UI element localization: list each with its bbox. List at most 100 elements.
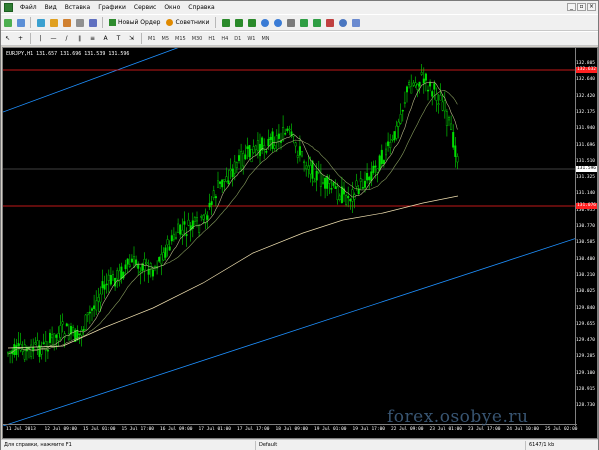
timeframe-h1[interactable]: H1	[205, 36, 218, 42]
time-tick: 23 Jul 01:00	[429, 427, 463, 432]
candle-body	[406, 86, 409, 93]
upper-level-price-tag: 132.632	[576, 67, 597, 73]
vertical-line-tool[interactable]: |	[35, 33, 46, 45]
indicators-button[interactable]	[324, 17, 335, 29]
channel-tool[interactable]: ∥	[74, 33, 85, 45]
menu-help[interactable]: Справка	[184, 1, 218, 14]
navigator-icon	[62, 18, 71, 27]
candle-body	[143, 259, 146, 271]
candle-body	[82, 329, 85, 331]
price-tick: 130.585	[576, 240, 595, 246]
price-chart[interactable]	[3, 48, 577, 426]
terminal-button[interactable]	[74, 17, 85, 29]
timeframe-h4[interactable]: H4	[218, 36, 231, 42]
expert-advisors-button[interactable]: Советники	[163, 17, 212, 29]
candle-body	[84, 314, 87, 330]
time-tick: 16 Jul 09:00	[160, 427, 193, 432]
candle-chart-button[interactable]	[233, 17, 244, 29]
restore-button[interactable]: ▫	[577, 3, 586, 11]
market-watch-button[interactable]	[35, 17, 46, 29]
candle-body	[120, 266, 123, 279]
navigator-button[interactable]	[61, 17, 72, 29]
timeframe-m30[interactable]: M30	[189, 36, 206, 42]
data-window-button[interactable]	[48, 17, 59, 29]
candle-body	[443, 100, 446, 112]
trendline-tool[interactable]: /	[61, 33, 72, 45]
chart-window[interactable]: EURJPY,H1 131.657 131.696 131.539 131.59…	[2, 47, 598, 439]
menu-charts[interactable]: Графики	[94, 1, 130, 14]
line-chart-button[interactable]	[246, 17, 257, 29]
close-button[interactable]: ×	[587, 3, 596, 11]
candle-body	[334, 186, 337, 189]
candle-body	[380, 149, 383, 165]
new-chart-button[interactable]	[2, 17, 13, 29]
market-watch-icon	[36, 18, 45, 27]
fibonacci-tool[interactable]: ≡	[87, 33, 98, 45]
price-tick: 131.940	[576, 126, 595, 132]
candle-body	[103, 284, 106, 290]
candle-body	[437, 103, 440, 105]
candle-body	[229, 169, 232, 172]
chart-shift-button[interactable]	[311, 17, 322, 29]
arrows-tool[interactable]: ⇲	[126, 33, 137, 45]
candle-body	[17, 343, 20, 346]
candle-body	[445, 111, 448, 126]
periods-button[interactable]	[337, 17, 348, 29]
candle-body	[456, 156, 459, 163]
text-tool[interactable]: A	[100, 33, 111, 45]
timeframe-w1[interactable]: W1	[244, 36, 258, 42]
zoom-out-button[interactable]	[272, 17, 283, 29]
candle-body	[53, 333, 56, 347]
candle-body	[233, 161, 236, 174]
candle-body	[387, 141, 390, 147]
candle-body	[338, 195, 341, 201]
tile-windows-button[interactable]	[285, 17, 296, 29]
templates-button[interactable]	[350, 17, 361, 29]
price-axis[interactable]: 132.805 132.640 132.420 132.175 131.940 131.6…	[575, 48, 597, 426]
cursor-tool[interactable]: ↖	[2, 33, 13, 45]
menu-window[interactable]: Окно	[160, 1, 184, 14]
candle-body	[137, 263, 140, 269]
candle-body	[105, 283, 108, 286]
menu-view[interactable]: Вид	[41, 1, 61, 14]
candle-body	[301, 151, 304, 157]
candle-body	[153, 266, 156, 268]
candle-body	[124, 264, 127, 270]
trendline-icon: /	[65, 35, 68, 42]
candle-body	[109, 274, 112, 285]
horizontal-line-tool[interactable]: —	[48, 33, 59, 45]
timeframe-d1[interactable]: D1	[231, 36, 244, 42]
candle-body	[130, 258, 133, 263]
candle-body	[340, 186, 343, 204]
upper-channel-line[interactable]	[3, 48, 188, 113]
label-tool[interactable]: T	[113, 33, 124, 45]
price-tick: 128.730	[576, 403, 595, 409]
timeframe-mn[interactable]: MN	[258, 36, 272, 42]
candle-body	[34, 342, 37, 345]
bar-chart-button[interactable]	[220, 17, 231, 29]
timeframe-m1[interactable]: M1	[145, 36, 159, 42]
candle-body	[97, 297, 100, 302]
strategy-tester-button[interactable]	[87, 17, 98, 29]
autoscroll-button[interactable]	[298, 17, 309, 29]
menu-file[interactable]: Файл	[16, 1, 41, 14]
zoom-in-button[interactable]	[259, 17, 270, 29]
candle-body	[158, 257, 161, 262]
timeframe-m15[interactable]: M15	[172, 36, 189, 42]
candle-body	[204, 213, 207, 224]
crosshair-tool[interactable]: +	[15, 33, 26, 45]
candle-body	[271, 131, 274, 149]
candle-body	[181, 229, 184, 235]
menu-insert[interactable]: Вставка	[61, 1, 94, 14]
candle-body	[93, 305, 96, 309]
timeframe-m5[interactable]: M5	[159, 36, 173, 42]
minimize-button[interactable]: _	[567, 3, 576, 11]
candle-body	[221, 179, 224, 188]
menu-tools[interactable]: Сервис	[130, 1, 160, 14]
candle-body	[296, 155, 299, 158]
profiles-button[interactable]	[15, 17, 26, 29]
new-order-button[interactable]: Новый Ордер	[106, 17, 163, 29]
candle-body	[265, 150, 268, 153]
candle-body	[319, 173, 322, 187]
candle-body	[418, 81, 421, 87]
